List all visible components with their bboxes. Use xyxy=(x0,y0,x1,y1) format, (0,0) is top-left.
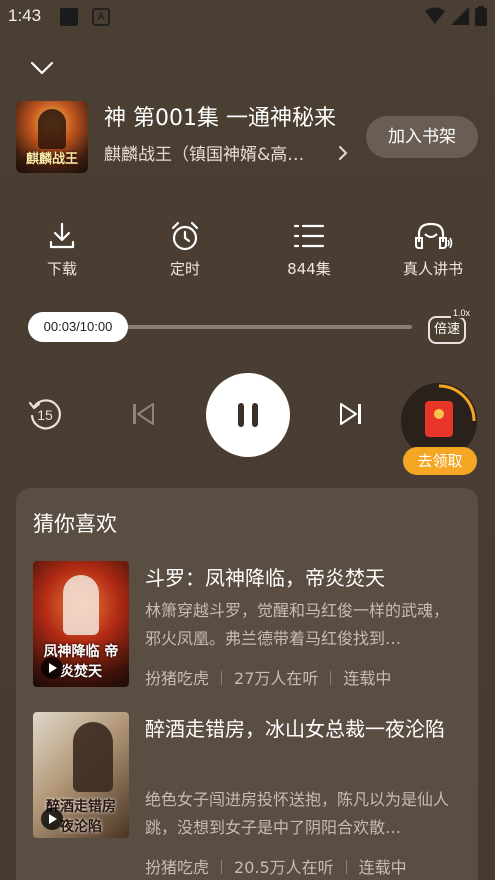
book-author: 扮猪吃虎 xyxy=(145,858,210,877)
divider xyxy=(221,860,223,874)
book-title: 斗罗：凤神降临，帝炎焚天 xyxy=(145,566,385,590)
play-icon[interactable] xyxy=(41,808,63,830)
episode-count-label: 844集 xyxy=(287,260,331,278)
status-indicators xyxy=(425,6,487,26)
playback-speed-button[interactable]: 倍速 1.0x xyxy=(428,308,472,344)
signal-icon xyxy=(451,7,469,25)
book-status: 连载中 xyxy=(358,858,407,877)
pause-icon xyxy=(238,403,244,427)
pause-icon-bar xyxy=(252,403,258,427)
progress-track xyxy=(118,325,412,329)
book-name-link[interactable]: 麒麟战王（镇国神婿&高… xyxy=(104,140,322,165)
episode-list-button[interactable]: 844集 xyxy=(269,220,349,279)
play-icon[interactable] xyxy=(41,657,63,679)
book-description: 林箫穿越斗罗，觉醒和马红俊一样的武魂，邪火凤凰。弗兰德带着马红俊找到… xyxy=(145,601,450,648)
chevron-right-icon[interactable] xyxy=(336,143,350,163)
red-envelope-icon xyxy=(425,401,453,437)
divider xyxy=(345,860,347,874)
battery-icon xyxy=(475,6,487,26)
claim-button[interactable]: 去领取 xyxy=(403,447,477,475)
notification-a-icon: A xyxy=(92,8,110,26)
cover-figure xyxy=(73,722,113,792)
red-packet-widget[interactable]: 去领取 xyxy=(401,383,479,475)
chevron-down-icon[interactable] xyxy=(28,56,56,80)
divider xyxy=(221,671,223,685)
list-icon xyxy=(293,224,325,248)
book-listeners: 27万人在听 xyxy=(234,669,319,688)
book-status: 连载中 xyxy=(343,669,392,688)
divider xyxy=(330,671,332,685)
speed-value: 1.0x xyxy=(450,308,472,318)
book-listeners: 20.5万人在听 xyxy=(234,858,334,877)
rewind-15-button[interactable]: 15 xyxy=(26,395,64,433)
previous-episode-button[interactable] xyxy=(130,400,156,428)
download-label: 下载 xyxy=(46,260,77,278)
skip-previous-icon xyxy=(133,403,154,425)
book-description: 绝色女子闯进房投怀送抱，陈凡以为是仙人跳，没想到女子是中了阴阳合欢散… xyxy=(145,790,450,837)
book-author: 扮猪吃虎 xyxy=(145,669,210,688)
book-meta: 扮猪吃虎 20.5万人在听 连载中 xyxy=(145,854,463,878)
book-meta: 扮猪吃虎 27万人在听 连载中 xyxy=(145,665,463,689)
recommend-title: 猜你喜欢 xyxy=(33,512,117,536)
status-bar: 1:43 A xyxy=(0,0,495,34)
list-item[interactable]: 凤神降临 帝炎焚天 斗罗：凤神降临，帝炎焚天 林箫穿越斗罗，觉醒和马红俊一样的武… xyxy=(33,561,463,691)
timer-label: 定时 xyxy=(169,260,200,278)
add-to-shelf-button[interactable]: 加入书架 xyxy=(366,116,478,158)
status-time: 1:43 xyxy=(8,6,42,25)
human-narration-button[interactable]: 真人讲书 xyxy=(393,220,473,279)
headphones-voice-icon xyxy=(415,222,453,249)
action-row: 下载 定时 844集 真人讲书 xyxy=(0,220,495,282)
speed-label: 倍速 xyxy=(428,316,466,344)
cover-figure xyxy=(63,575,99,635)
book-cover[interactable]: 醉酒走错房 夜沦陷 xyxy=(33,712,129,838)
pause-button[interactable] xyxy=(206,373,290,457)
wifi-icon xyxy=(425,7,445,24)
list-item[interactable]: 醉酒走错房 夜沦陷 醉酒走错房，冰山女总裁一夜沦陷 绝色女子闯进房投怀送抱，陈凡… xyxy=(33,712,463,880)
progress-slider[interactable]: 00:03/10:00 xyxy=(28,312,412,342)
timer-button[interactable]: 定时 xyxy=(145,220,225,279)
recommend-card: 猜你喜欢 凤神降临 帝炎焚天 斗罗：凤神降临，帝炎焚天 林箫穿越斗罗，觉醒和马红… xyxy=(16,488,478,880)
download-button[interactable]: 下载 xyxy=(22,220,102,279)
now-playing-cover[interactable]: 麒麟战王 xyxy=(16,101,88,173)
cover-figure xyxy=(38,109,66,149)
download-icon xyxy=(49,222,75,249)
rewind-seconds: 15 xyxy=(37,407,53,423)
next-episode-button[interactable] xyxy=(338,400,364,428)
book-title: 醉酒走错房，冰山女总裁一夜沦陷 xyxy=(145,717,445,741)
notification-app-icon xyxy=(60,8,78,26)
book-cover[interactable]: 凤神降临 帝炎焚天 xyxy=(33,561,129,687)
skip-next-icon xyxy=(340,403,361,425)
rewind-15-icon: 15 xyxy=(28,399,61,430)
episode-title: 神 第001集 一通神秘来 xyxy=(104,106,336,131)
human-narration-label: 真人讲书 xyxy=(402,260,463,278)
cover-title: 麒麟战王 xyxy=(25,152,78,167)
progress-time-thumb[interactable]: 00:03/10:00 xyxy=(28,312,128,342)
alarm-clock-icon xyxy=(171,221,199,251)
